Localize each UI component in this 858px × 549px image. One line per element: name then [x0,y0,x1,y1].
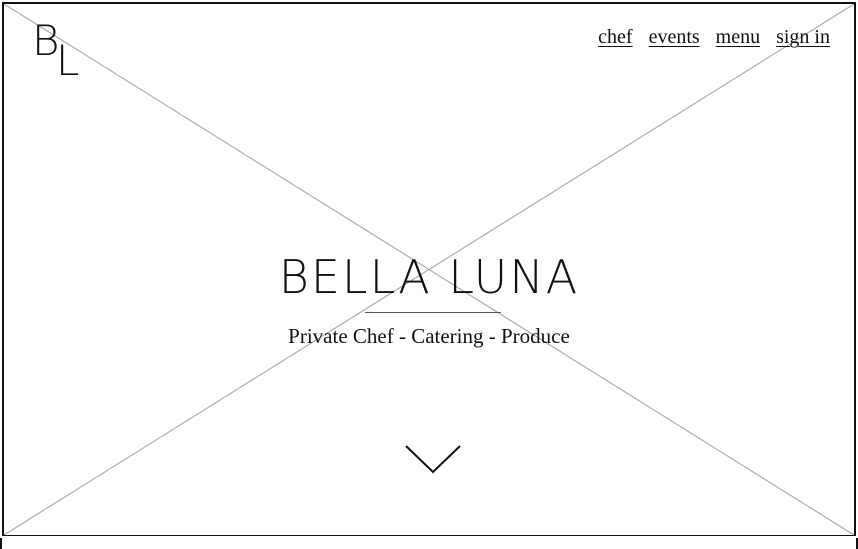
nav-link-sign-in[interactable]: sign in [776,26,830,49]
logo-letter-l: L [56,36,80,85]
hero-image-placeholder: B L chef events menu sign in BELLA LUNA … [2,2,856,536]
top-nav: chef events menu sign in [598,26,830,49]
nav-link-menu[interactable]: menu [716,26,760,49]
scroll-down-button[interactable] [404,442,462,478]
logo[interactable]: B L [32,20,88,85]
landing-page: B L chef events menu sign in BELLA LUNA … [0,0,858,549]
title-divider [365,312,501,313]
hero-title: BELLA LUNA [278,250,580,304]
nav-link-events[interactable]: events [649,26,700,49]
next-section-edge [0,538,858,549]
nav-link-chef[interactable]: chef [598,26,632,49]
hero-subtitle: Private Chef - Catering - Produce [288,324,570,348]
chevron-down-icon [405,445,461,474]
